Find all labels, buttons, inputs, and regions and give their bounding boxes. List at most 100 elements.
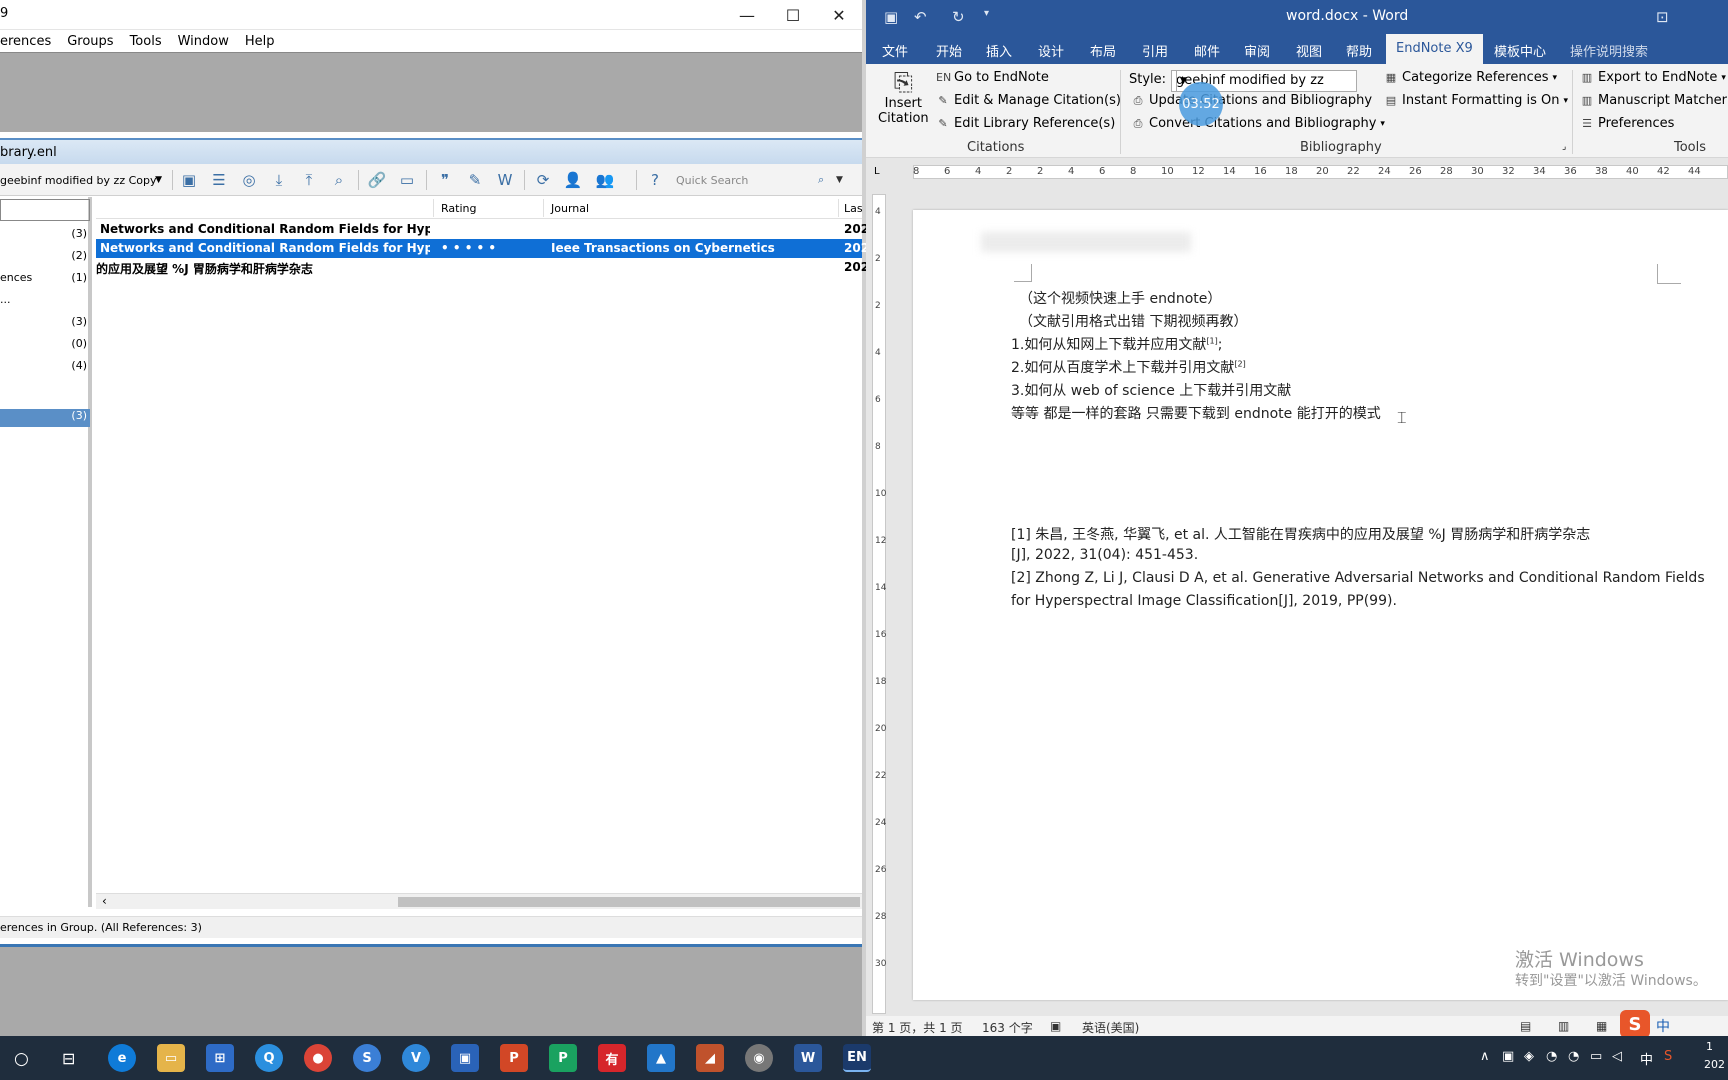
bibliography-entry[interactable]: [2] Zhong Z, Li J, Clausi D A, et al. Ge… bbox=[1011, 570, 1705, 586]
tab-review[interactable]: 审阅 bbox=[1244, 41, 1270, 60]
powerpoint-icon[interactable]: P bbox=[500, 1044, 528, 1072]
tell-me-search[interactable]: 操作说明搜索 bbox=[1570, 41, 1648, 60]
sogou-ime-icon[interactable]: S bbox=[1620, 1010, 1650, 1038]
format-paper-icon[interactable]: ✎ bbox=[464, 169, 486, 191]
clock-time[interactable]: 1 bbox=[1706, 1040, 1713, 1053]
tab-help[interactable]: 帮助 bbox=[1346, 41, 1372, 60]
edit-library-reference-button[interactable]: ✎ Edit Library Reference(s) bbox=[936, 116, 1115, 131]
app-icon[interactable]: ▣ bbox=[451, 1044, 479, 1072]
copy-library-icon[interactable]: ▣ bbox=[178, 169, 200, 191]
network-icon[interactable]: ▭ bbox=[1590, 1049, 1602, 1064]
export-icon[interactable]: ⤒ bbox=[298, 169, 320, 191]
bibliography-entry[interactable]: [J], 2022, 31(04): 451-453. bbox=[1011, 547, 1198, 563]
horizontal-scrollbar[interactable]: ‹ bbox=[96, 893, 862, 909]
app-icon[interactable]: ◉ bbox=[745, 1044, 773, 1072]
app-icon[interactable]: S bbox=[353, 1044, 381, 1072]
doc-paragraph[interactable]: 1.如何从知网上下载并应用文献[1]; bbox=[1011, 334, 1222, 354]
menu-references[interactable]: erences bbox=[0, 34, 59, 49]
ime-indicator[interactable]: 中 bbox=[1640, 1049, 1653, 1068]
ime-mode[interactable]: 中 bbox=[1656, 1016, 1670, 1036]
groups-search-input[interactable] bbox=[0, 199, 90, 221]
tray-icon[interactable]: ▣ bbox=[1502, 1049, 1514, 1064]
redo-icon[interactable]: ↻ bbox=[952, 8, 965, 26]
tab-insert[interactable]: 插入 bbox=[986, 41, 1012, 60]
sogou-tray-icon[interactable]: S bbox=[1664, 1049, 1672, 1064]
group-row[interactable]: (0) bbox=[0, 337, 90, 355]
column-last-updated[interactable]: Las bbox=[844, 202, 863, 215]
tab-selector-icon[interactable]: L bbox=[874, 166, 880, 177]
search-icon[interactable]: ⌕ bbox=[818, 173, 824, 187]
maximize-button[interactable]: ☐ bbox=[770, 0, 816, 30]
security-icon[interactable]: ◈ bbox=[1524, 1049, 1534, 1064]
read-mode-icon[interactable]: ▤ bbox=[1520, 1019, 1531, 1033]
find-full-text-icon[interactable]: ⌕ bbox=[328, 169, 350, 191]
doc-paragraph[interactable]: 2.如何从百度学术上下载并引用文献[2] bbox=[1011, 357, 1246, 377]
tab-endnote[interactable]: EndNote X9 bbox=[1386, 34, 1483, 64]
doc-paragraph[interactable]: （文献引用格式出错 下期视频再教） bbox=[1019, 311, 1247, 331]
tab-mailings[interactable]: 邮件 bbox=[1194, 41, 1220, 60]
user-icon[interactable]: 👥 bbox=[594, 169, 616, 191]
word-icon[interactable]: W bbox=[794, 1044, 822, 1072]
menu-help[interactable]: Help bbox=[237, 34, 283, 49]
qq-icon[interactable]: ◔ bbox=[1568, 1049, 1579, 1064]
matlab-icon[interactable]: ◢ bbox=[696, 1044, 724, 1072]
share-icon[interactable]: 👤 bbox=[562, 169, 584, 191]
insert-citation-icon[interactable]: ❞ bbox=[434, 169, 456, 191]
tab-file[interactable]: 文件 bbox=[882, 41, 908, 60]
pdf-icon[interactable]: P bbox=[549, 1044, 577, 1072]
group-row[interactable]: (4) bbox=[0, 359, 90, 377]
save-icon[interactable]: ▣ bbox=[884, 8, 898, 26]
column-rating[interactable]: Rating bbox=[441, 202, 476, 215]
table-row-selected[interactable]: Networks and Conditional Random Fields f… bbox=[96, 239, 869, 258]
menu-tools[interactable]: Tools bbox=[122, 34, 170, 49]
horizontal-ruler[interactable]: L 8 6 4 2 2 4 6 8 10 12 14 16 18 20 22 24 26 28 30 32 34 36 38… bbox=[866, 160, 1728, 186]
undo-icon[interactable]: ↶ bbox=[914, 8, 927, 26]
edit-manage-citations-button[interactable]: ✎ Edit & Manage Citation(s) bbox=[936, 93, 1121, 108]
ribbon-display-icon[interactable]: ⊡ bbox=[1656, 8, 1669, 26]
table-row[interactable]: Networks and Conditional Random Fields f… bbox=[96, 220, 869, 239]
scroll-thumb[interactable] bbox=[398, 897, 860, 907]
dialog-launcher-icon[interactable]: ⌟ bbox=[1562, 142, 1566, 152]
group-row-selected[interactable]: (3) bbox=[0, 409, 90, 427]
doc-paragraph[interactable]: 等等 都是一样的套路 只需要下载到 endnote 能打开的模式 bbox=[1011, 403, 1381, 423]
go-to-endnote-button[interactable]: EN Go to EndNote bbox=[936, 70, 1049, 85]
help-icon[interactable]: ? bbox=[644, 169, 666, 191]
group-row[interactable]: ences (1) bbox=[0, 271, 90, 289]
tab-view[interactable]: 视图 bbox=[1296, 41, 1322, 60]
language[interactable]: 英语(美国) bbox=[1082, 1019, 1139, 1036]
group-row[interactable]: ... bbox=[0, 293, 90, 311]
bibliography-entry[interactable]: [1] 朱昌, 王冬燕, 华翼飞, et al. 人工智能在胃疾病中的应用及展望… bbox=[1011, 524, 1590, 544]
show-hidden-icons-icon[interactable]: ∧ bbox=[1480, 1049, 1490, 1064]
chrome-icon[interactable]: ● bbox=[304, 1044, 332, 1072]
sync-icon[interactable]: ⟳ bbox=[532, 169, 554, 191]
print-layout-icon[interactable]: ▥ bbox=[1558, 1019, 1569, 1033]
categorize-references-button[interactable]: ▦ Categorize References ▾ bbox=[1384, 70, 1557, 85]
tab-references[interactable]: 引用 bbox=[1142, 41, 1168, 60]
group-row[interactable]: (3) bbox=[0, 315, 90, 333]
app-icon[interactable]: V bbox=[402, 1044, 430, 1072]
open-link-icon[interactable]: 🔗 bbox=[366, 169, 388, 191]
quick-search-input[interactable]: Quick Search ⌕ ▼ bbox=[676, 170, 846, 190]
instant-formatting-button[interactable]: ▤ Instant Formatting is On ▾ bbox=[1384, 93, 1568, 108]
update-citations-button[interactable]: ⎙ Update Citations and Bibliography bbox=[1131, 93, 1372, 108]
preferences-button[interactable]: ☰ Preferences bbox=[1580, 116, 1674, 131]
store-icon[interactable]: ⊞ bbox=[206, 1044, 234, 1072]
bibliography-entry[interactable]: for Hyperspectral Image Classification[J… bbox=[1011, 593, 1397, 609]
column-journal[interactable]: Journal bbox=[551, 202, 589, 215]
tab-home[interactable]: 开始 bbox=[936, 41, 962, 60]
online-search-icon[interactable]: ◎ bbox=[238, 169, 260, 191]
app-icon[interactable]: ▲ bbox=[647, 1044, 675, 1072]
web-layout-icon[interactable]: ▦ bbox=[1596, 1019, 1607, 1033]
word-count[interactable]: 163 个字 bbox=[982, 1019, 1033, 1036]
endnote-icon[interactable]: EN bbox=[843, 1044, 871, 1072]
import-icon[interactable]: ⤓ bbox=[268, 169, 290, 191]
menu-groups[interactable]: Groups bbox=[59, 34, 121, 49]
customize-qat-icon[interactable]: ▾ bbox=[984, 8, 989, 19]
word-icon[interactable]: W bbox=[494, 169, 516, 191]
group-row[interactable]: (2) bbox=[0, 249, 90, 267]
doc-paragraph[interactable]: 3.如何从 web of science 上下载并引用文献 bbox=[1011, 380, 1291, 400]
open-file-icon[interactable]: ▭ bbox=[396, 169, 418, 191]
menu-window[interactable]: Window bbox=[170, 34, 237, 49]
task-view-icon[interactable]: ⊟ bbox=[62, 1049, 75, 1068]
new-reference-icon[interactable]: ☰ bbox=[208, 169, 230, 191]
